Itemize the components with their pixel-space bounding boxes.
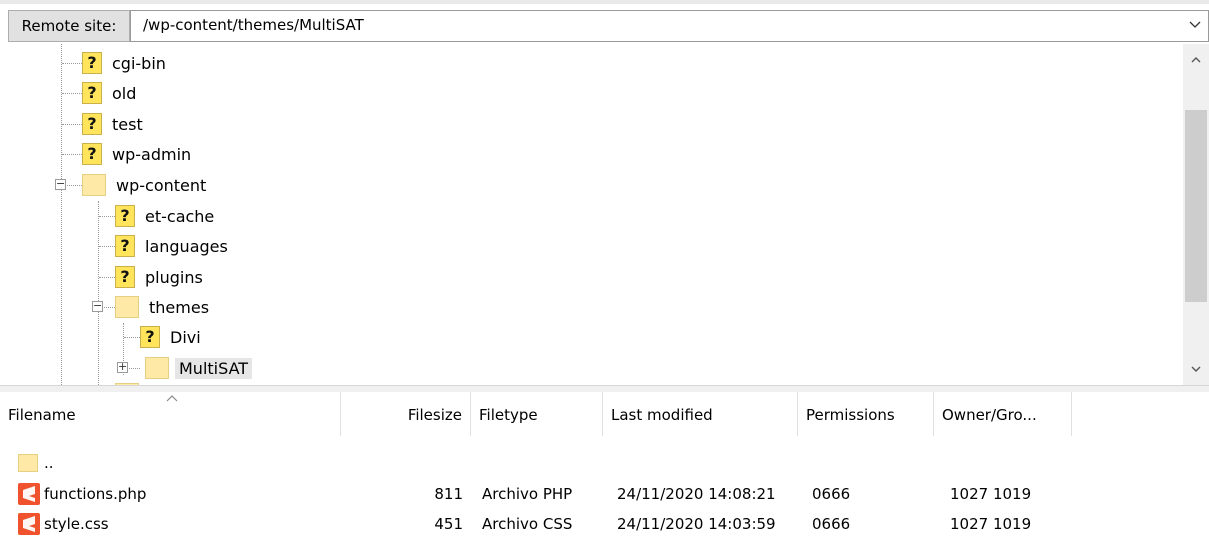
remote-path-combobox[interactable]: /wp-content/themes/MultiSAT [130,10,1209,42]
collapse-toggle[interactable]: − [92,300,103,312]
column-filename[interactable]: Filename [0,392,341,436]
file-type: Archivo PHP [482,485,573,503]
tree-item-et-cache[interactable]: ? et-cache [115,201,214,231]
folder-icon [145,357,169,379]
file-modified: 24/11/2020 14:03:59 [617,515,776,533]
tree-item-languages[interactable]: ? languages [115,231,228,261]
tree-item-label: wp-content [116,175,207,195]
tree-connector [124,337,140,338]
file-name: .. [44,454,54,472]
tree-item-divi[interactable]: ? Divi [140,322,201,352]
file-name: functions.php [44,485,147,503]
tree-item-test[interactable]: ? test [82,109,143,139]
file-size: 811 [434,485,463,503]
tree-item-label: plugins [145,267,203,287]
unknown-folder-icon: ? [82,82,102,104]
file-name: style.css [44,515,109,533]
tree-connector [98,201,99,385]
unknown-folder-icon: ? [82,52,102,74]
column-owner-group[interactable]: Owner/Gro... [934,392,1072,436]
tree-item-cgi-bin[interactable]: ? cgi-bin [82,48,166,78]
tree-connector [62,93,82,94]
file-row[interactable]: style.css 451 Archivo CSS 24/11/2020 14:… [0,509,1209,539]
tree-scrollbar[interactable] [1183,44,1209,385]
tree-item-label: MultiSAT [175,357,253,379]
tree-connector [129,368,140,369]
unknown-folder-icon: ? [140,326,160,348]
tree-item-themes[interactable]: themes [115,292,209,322]
file-type: Archivo CSS [482,515,573,533]
unknown-folder-icon: ? [115,205,135,227]
file-owner: 1027 1019 [950,485,1032,503]
sublime-file-icon [18,513,40,535]
remote-site-bar: Remote site: /wp-content/themes/MultiSAT [0,4,1209,44]
tree-connector [62,124,82,125]
collapse-toggle[interactable]: − [55,178,66,190]
tree-connector [104,307,115,308]
tree-item-plugins[interactable]: ? plugins [115,262,203,292]
tree-connector [61,44,62,385]
tree-connector [99,216,115,217]
chevron-down-icon[interactable] [1188,361,1204,377]
file-size: 451 [434,515,463,533]
file-list-header: Filename Filesize Filetype Last modified… [0,392,1209,436]
unknown-folder-icon: ? [82,113,102,135]
tree-item-multisat[interactable]: MultiSAT [145,353,253,383]
column-filesize[interactable]: Filesize [341,392,471,436]
tree-item-wp-content[interactable]: wp-content [82,170,206,200]
unknown-folder-icon: ? [115,266,135,288]
column-filetype[interactable]: Filetype [471,392,603,436]
folder-icon [82,174,106,196]
tree-item-label: cgi-bin [112,53,166,73]
tree-connector [67,185,82,186]
remote-path-value[interactable]: /wp-content/themes/MultiSAT [143,16,364,34]
remote-directory-tree[interactable]: − − + ? cgi-bin ? old ? test ? wp-admin … [0,44,1209,385]
tree-item-label: languages [145,236,228,256]
file-modified: 24/11/2020 14:08:21 [617,485,776,503]
file-permissions: 0666 [812,485,851,503]
chevron-down-icon[interactable] [1188,17,1202,31]
tree-item-label: themes [149,297,210,317]
column-permissions[interactable]: Permissions [798,392,934,436]
file-row-parent[interactable]: .. [0,448,1209,478]
tree-item-label: test [112,114,143,134]
tree-connector [99,277,115,278]
tree-item-label: Divi [170,327,201,347]
file-row[interactable]: functions.php 811 Archivo PHP 24/11/2020… [0,479,1209,509]
pane-splitter[interactable] [0,385,1209,392]
tree-connector [62,154,82,155]
tree-connector [99,246,115,247]
expand-toggle[interactable]: + [117,361,128,373]
parent-folder-icon [18,454,38,472]
folder-icon [115,296,139,318]
tree-item-label: old [112,83,137,103]
tree-item-wp-admin[interactable]: ? wp-admin [82,139,191,169]
chevron-up-icon[interactable] [1188,52,1204,68]
tree-item-old[interactable]: ? old [82,78,136,108]
column-last-modified[interactable]: Last modified [603,392,798,436]
unknown-folder-icon: ? [82,143,102,165]
file-owner: 1027 1019 [950,515,1032,533]
remote-site-label: Remote site: [8,10,130,42]
scrollbar-thumb[interactable] [1185,110,1207,302]
sublime-file-icon [18,483,40,505]
tree-item-label: et-cache [145,206,215,226]
tree-connector [62,63,82,64]
unknown-folder-icon: ? [115,235,135,257]
tree-item-label: wp-admin [112,144,192,164]
file-permissions: 0666 [812,515,851,533]
